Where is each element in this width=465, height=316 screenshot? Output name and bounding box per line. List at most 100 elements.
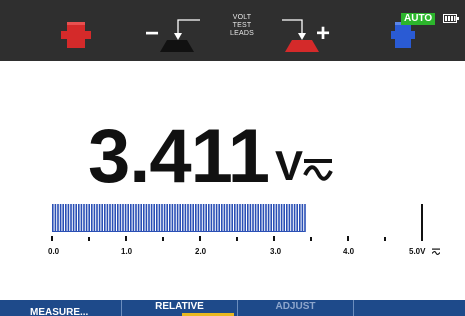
red-probe-icon [61, 22, 91, 48]
relative-softkey[interactable]: RELATIVE [122, 300, 238, 316]
empty-softkey[interactable] [354, 300, 465, 316]
range-ac-dc-icon [432, 248, 440, 255]
bargraph-fill-baseline [52, 231, 305, 232]
bargraph-segment [130, 204, 132, 232]
bargraph-major-tick [51, 236, 53, 241]
bargraph-segment [52, 204, 54, 232]
bargraph-minor-tick [162, 237, 164, 241]
bargraph-segment [304, 204, 306, 232]
bargraph-segment [65, 204, 67, 232]
tick-label-0: 0.0 [48, 247, 60, 256]
bargraph-segment [106, 204, 109, 232]
bargraph-minor-tick [384, 237, 386, 241]
tick-label-4: 4.0 [343, 247, 355, 256]
bargraph-major-tick [125, 236, 127, 241]
adjust-softkey[interactable]: ADJUST [238, 300, 354, 316]
bargraph-fill [52, 204, 306, 232]
bargraph-segment [187, 204, 189, 232]
bargraph-segment [78, 204, 80, 232]
bargraph-minor-tick [310, 237, 312, 241]
bargraph-segment [91, 204, 93, 232]
tick-label-2: 2.0 [195, 247, 207, 256]
bargraph-segment [218, 204, 220, 232]
bargraph-segment [80, 204, 83, 232]
bargraph-segment [163, 204, 166, 232]
measure-softkey-label: MEASURE... [30, 307, 89, 316]
bargraph-segment [93, 204, 96, 232]
tick-label-3: 3.0 [270, 247, 282, 256]
bargraph-segment [161, 204, 163, 232]
blue-probe-icon [391, 22, 415, 48]
bargraph-segment [208, 204, 210, 232]
bargraph-segment [226, 204, 228, 232]
bargraph-segment [59, 204, 62, 232]
bargraph-segment [286, 204, 288, 232]
bargraph-segment [202, 204, 205, 232]
bargraph-segment [221, 204, 223, 232]
bargraph-segment [200, 204, 202, 232]
bargraph-segment [67, 204, 70, 232]
bargraph-major-tick [199, 236, 201, 241]
bargraph-segment [254, 204, 257, 232]
bargraph-segment [239, 204, 241, 232]
bargraph-segment [223, 204, 226, 232]
status-bar: − VOLT TEST LEADS + AUTO [0, 0, 465, 61]
auto-range-badge: AUTO [401, 13, 436, 25]
bargraph-major-tick [273, 236, 275, 241]
red-connector-icon [285, 40, 319, 52]
bargraph-segment [244, 204, 246, 232]
relative-softkey-label: RELATIVE [155, 301, 204, 312]
bargraph-segment [184, 204, 187, 232]
bargraph-segment [182, 204, 184, 232]
bargraph-segment [101, 204, 103, 232]
bargraph-segment [241, 204, 244, 232]
bargraph-segment [132, 204, 135, 232]
battery-icon [443, 14, 459, 23]
bargraph-segment [62, 204, 64, 232]
bargraph-segment [228, 204, 231, 232]
bargraph-segment [140, 204, 142, 232]
bargraph-segment [72, 204, 75, 232]
softkey-bar: MEASURE... RELATIVE ADJUST [0, 300, 465, 316]
bargraph-segment [54, 204, 57, 232]
bargraph-segment [278, 204, 280, 232]
bargraph-segment [174, 204, 176, 232]
bargraph-segment [205, 204, 207, 232]
bargraph-segment [260, 204, 262, 232]
bargraph-segment [265, 204, 267, 232]
bargraph-segment [210, 204, 213, 232]
bargraph-segment [231, 204, 233, 232]
bargraph-segment [249, 204, 252, 232]
bargraph-segment [96, 204, 98, 232]
bargraph-minor-tick [236, 237, 238, 241]
measure-softkey[interactable]: MEASURE... [0, 300, 122, 316]
bargraph-segment [137, 204, 140, 232]
bargraph-segment [283, 204, 285, 232]
bargraph-segment [114, 204, 116, 232]
main-reading: 3.411 V [88, 115, 333, 195]
bargraph-segment [166, 204, 168, 232]
bargraph-segment [252, 204, 254, 232]
bargraph-segment [195, 204, 197, 232]
tick-label-1: 1.0 [121, 247, 133, 256]
volt-test-leads-label: VOLT TEST LEADS [230, 14, 254, 37]
bargraph-segment [257, 204, 259, 232]
bargraph-segment [299, 204, 301, 232]
bargraph-segment [247, 204, 249, 232]
black-connector-icon [160, 40, 194, 52]
bargraph-segment [88, 204, 90, 232]
bargraph-segment [117, 204, 119, 232]
bargraph-segment [104, 204, 106, 232]
bargraph-segment [280, 204, 283, 232]
bargraph-segment [267, 204, 270, 232]
bargraph-segment [273, 204, 275, 232]
bargraph-major-tick [347, 236, 349, 241]
bargraph-segment [83, 204, 85, 232]
bargraph-segment [197, 204, 200, 232]
bargraph-minor-tick [88, 237, 90, 241]
bargraph-segment [119, 204, 122, 232]
bargraph-segment [85, 204, 88, 232]
bargraph-segment [236, 204, 239, 232]
bargraph-segment [234, 204, 236, 232]
bargraph-segment [288, 204, 291, 232]
